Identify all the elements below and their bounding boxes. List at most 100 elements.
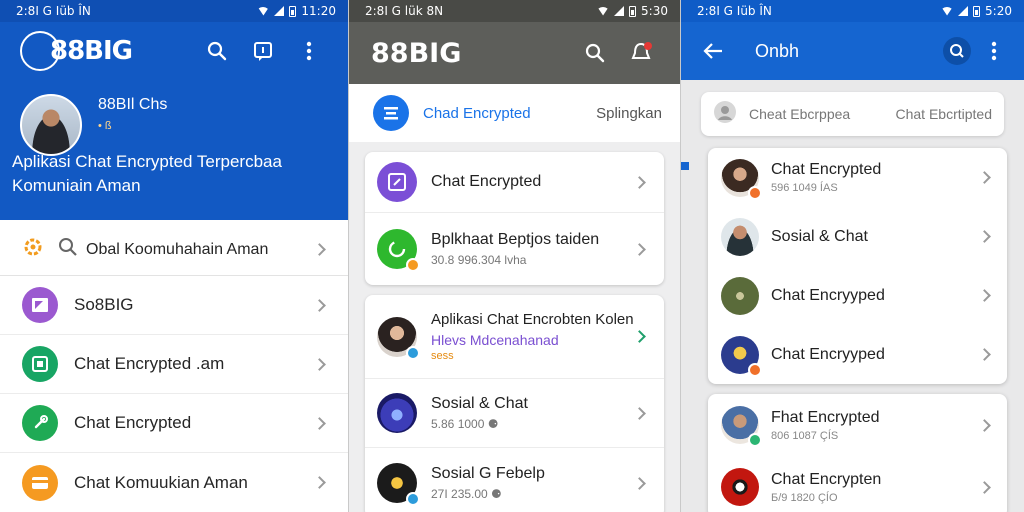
tab-chad-encrypted[interactable]: Chad Encrypted: [423, 105, 531, 122]
item-title: Chat Encrypten: [771, 470, 882, 488]
chevron-right-icon: [633, 330, 646, 343]
signal-icon: [614, 6, 625, 16]
chat-icon: [22, 346, 58, 382]
app-bar: 88BIG: [0, 22, 348, 80]
chevron-right-icon: [978, 171, 991, 184]
menu-list: Obal Koomuhahain Aman So8BIG Chat Encryp…: [0, 220, 348, 512]
tab-splingkan[interactable]: Splingkan: [596, 105, 662, 122]
profile-bio: Aplikasi Chat Encrypted Terpercbaa Komun…: [12, 152, 282, 195]
list-item[interactable]: Chat Encryyped: [708, 325, 1007, 384]
status-time: 5:20: [985, 4, 1012, 18]
avatar: [721, 406, 762, 447]
list-item[interactable]: Chat Encrypted: [365, 152, 664, 213]
chat-card-primary: Chat Encrypted Bplkhaat Beptjos taiden 3…: [365, 152, 664, 285]
menu-item-label: Obal Koomuhahain Aman: [86, 240, 269, 258]
chat-list-icon[interactable]: [373, 95, 409, 131]
chat-card-secondary: Aplikasi Chat Encrobten Kolen Hlevs Mdce…: [365, 295, 664, 512]
header-area: 2:8I G Iüb ÎN 11:20 88BIG 88BIl Chs • ß …: [0, 0, 348, 220]
menu-item-label: Chat Komuukian Aman: [74, 472, 248, 492]
list-item[interactable]: Sosial & Chat 5.86 1000 ⚈: [365, 379, 664, 448]
avatar: [377, 316, 420, 360]
avatar: [721, 276, 759, 315]
menu-item-chat-encrypted-am[interactable]: Chat Encrypted .am: [0, 335, 348, 394]
item-meta: 806 1087 ÇÍS: [771, 429, 839, 442]
side-indicator: [681, 162, 689, 170]
list-item[interactable]: Aplikasi Chat Encrobten Kolen Hlevs Mdce…: [365, 295, 664, 379]
menu-item-chat-komuukian[interactable]: Chat Komuukian Aman: [0, 453, 348, 512]
search-placeholder: Cheat Ebcrppea: [749, 106, 851, 122]
chevron-right-icon: [978, 289, 991, 302]
screen-search: 2:8I G Iüb ÎN 5:20 Onbh Cheat Ebcrppea C…: [681, 0, 1024, 512]
menu-item-label: Chat Encrypted: [74, 413, 192, 432]
search-input[interactable]: Cheat Ebcrppea Chat Ebcrtipted: [701, 92, 1004, 136]
status-bar: 2:8I G lük 8N 5:30: [349, 0, 680, 22]
search-icon[interactable]: [194, 31, 240, 71]
item-title: Aplikasi Chat Encrobten Kolen: [431, 311, 634, 328]
profile-name: 88BIl Chs: [98, 96, 168, 113]
notification-bell-icon[interactable]: [618, 33, 664, 73]
avatar: [377, 463, 420, 506]
chevron-right-icon: [633, 406, 646, 420]
item-meta: 30.8 996.304 lvha: [431, 253, 527, 267]
battery-icon: [973, 5, 981, 17]
back-arrow-icon[interactable]: [699, 37, 727, 65]
battery-icon: [289, 5, 297, 17]
list-item[interactable]: Chat Encryyped: [708, 266, 1007, 325]
more-vert-icon[interactable]: [980, 31, 1008, 71]
wifi-icon: [597, 6, 610, 16]
screen-chats: 2:8I G lük 8N 5:30 88BIG Chad Encrypted: [348, 0, 681, 512]
avatar[interactable]: [20, 94, 82, 156]
item-title: Chat Encryyped: [771, 286, 885, 304]
search-icon[interactable]: [934, 31, 980, 71]
chevron-right-icon: [633, 175, 646, 189]
result-card-secondary: Fhat Encrypted 806 1087 ÇÍS Chat Encrypt…: [708, 394, 1007, 512]
item-title: Sosial G Febelp: [431, 465, 545, 482]
wifi-icon: [941, 6, 954, 16]
item-meta: 5.86 1000 ⚈: [431, 417, 499, 431]
search-icon: [58, 237, 78, 262]
list-item[interactable]: Fhat Encrypted 806 1087 ÇÍS: [708, 394, 1007, 456]
list-item[interactable]: Sosial G Febelp 27I 235.00 ⚈: [365, 448, 664, 512]
item-meta: 596 1049 ÍAS: [771, 182, 838, 194]
item-subtitle: Hlevs Mdcenahanad: [431, 332, 559, 348]
profile-section[interactable]: 88BIl Chs • ß Aplikasi Chat Encrypted Te…: [0, 80, 348, 198]
menu-item-so8big[interactable]: So8BIG: [0, 276, 348, 335]
avatar: [713, 100, 737, 129]
refresh-icon: [377, 229, 420, 272]
chevron-right-icon: [313, 416, 326, 430]
status-bar: 2:8I G Iüb ÎN 11:20: [0, 0, 348, 22]
list-item[interactable]: Chat Encrypted 596 1049 ÍAS: [708, 148, 1007, 207]
status-bar: 2:8I G Iüb ÎN 5:20: [681, 0, 1024, 22]
list-item[interactable]: Sosial & Chat: [708, 207, 1007, 266]
chevron-right-icon: [633, 242, 646, 256]
chevron-right-icon: [978, 418, 991, 432]
status-left: 2:8I G lük 8N: [365, 4, 444, 18]
search-icon[interactable]: [572, 33, 618, 73]
item-title: Sosial & Chat: [771, 227, 868, 245]
battery-icon: [629, 5, 637, 17]
chevron-right-icon: [978, 348, 991, 361]
more-vert-icon[interactable]: [286, 31, 332, 71]
tab-bar: Chad Encrypted Splingkan: [349, 84, 680, 142]
status-left: 2:8I G Iüb ÎN: [697, 4, 772, 18]
item-title: Sosial & Chat: [431, 395, 528, 412]
menu-item-search[interactable]: Obal Koomuhahain Aman: [0, 224, 348, 276]
search-filter-label: Chat Ebcrtipted: [895, 106, 993, 122]
list-item[interactable]: Bplkhaat Beptjos taiden 30.8 996.304 lvh…: [365, 213, 664, 285]
chevron-right-icon: [978, 480, 991, 494]
item-title: Chat Encryyped: [771, 345, 885, 363]
settings-gear-icon: [22, 236, 44, 263]
status-left: 2:8I G Iüb ÎN: [16, 4, 91, 18]
link-icon: [22, 405, 58, 441]
item-meta: 27I 235.00 ⚈: [431, 487, 502, 501]
wifi-icon: [257, 6, 270, 16]
signal-icon: [958, 6, 969, 16]
profile-status: • ß: [98, 120, 112, 132]
menu-item-label: Chat Encrypted .am: [74, 354, 225, 373]
chevron-right-icon: [313, 357, 326, 371]
list-item[interactable]: Chat Encrypten Б/9 1820 ÇÍO: [708, 456, 1007, 512]
compose-icon[interactable]: [240, 31, 286, 71]
item-title: Fhat Encrypted: [771, 408, 880, 426]
app-bar: Onbh: [681, 22, 1024, 80]
menu-item-chat-encrypted[interactable]: Chat Encrypted: [0, 394, 348, 453]
